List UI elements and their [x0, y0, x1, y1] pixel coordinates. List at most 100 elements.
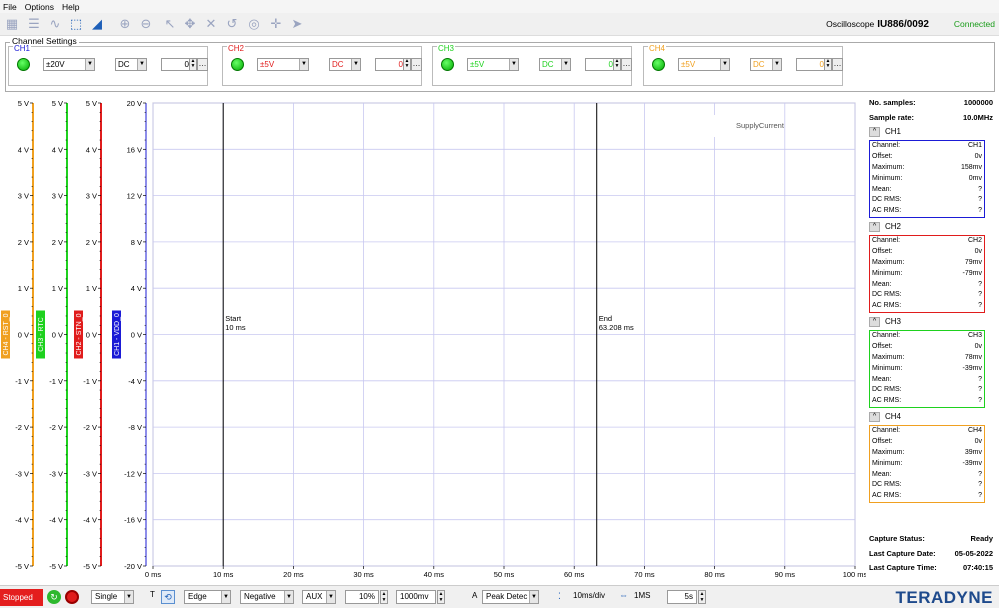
collapse-icon[interactable]: ^ [869, 222, 880, 232]
coupling-select[interactable]: DC ▼ [115, 58, 147, 71]
y-tick-label: -1 V [49, 377, 63, 386]
x-tick-label: 70 ms [634, 570, 655, 579]
x-tick-label: 10 ms [213, 570, 234, 579]
move-icon[interactable]: ✥ [182, 16, 198, 32]
duration-input[interactable]: 5s [667, 590, 697, 604]
fit-icon[interactable]: ✕ [203, 16, 219, 32]
stats-value: 0v [974, 437, 982, 445]
y-tick-label: 3 V [52, 192, 63, 201]
stats-header-ch2[interactable]: ^ CH2 [869, 222, 901, 232]
target-icon[interactable]: ◎ [246, 16, 262, 32]
y-tick-label: 8 V [131, 238, 142, 247]
stats-header-ch1[interactable]: ^ CH1 [869, 127, 901, 137]
more-options-button[interactable]: … [411, 58, 422, 71]
channel-box-ch1: CH1 ±20V▼ DC▼ 0% ▲▼ … [8, 44, 208, 86]
coupling-value: DC [118, 60, 130, 69]
channel-enable-led[interactable] [652, 58, 665, 71]
menu-help[interactable]: Help [62, 2, 79, 12]
start-marker-value: 10 ms [225, 323, 246, 332]
range-select[interactable]: ±5V ▼ [678, 58, 730, 71]
refresh-icon[interactable]: ↺ [224, 16, 240, 32]
stats-header-ch3[interactable]: ^ CH3 [869, 317, 901, 327]
range-select[interactable]: ±20V ▼ [43, 58, 95, 71]
cursor-icon[interactable]: ➤ [289, 16, 305, 32]
samples-setting[interactable]: 1MS [634, 591, 650, 600]
offset-spinner[interactable]: ▲ ▼ [403, 58, 411, 71]
grid-view-icon[interactable]: ▦ [4, 16, 20, 32]
range-value: ±5V [470, 60, 485, 69]
mode-select[interactable]: Single ▼ [91, 590, 134, 604]
y-tick-label: 5 V [52, 99, 63, 108]
y-tick-label: 20 V [127, 99, 142, 108]
stats-value: 0v [974, 152, 982, 160]
plot-area[interactable]: 0 ms 10 ms 20 ms 30 ms 40 ms 50 ms 60 ms 70 ms 8… [0, 95, 866, 585]
coupling-value: DC [542, 60, 554, 69]
stats-value: CH4 [967, 427, 982, 434]
x-tick-label: 40 ms [424, 570, 445, 579]
stats-label: Offset: [872, 342, 893, 350]
run-icon[interactable]: ↻ [47, 590, 61, 604]
marker-icon[interactable]: ◢ [89, 16, 105, 32]
collapse-icon[interactable]: ^ [869, 412, 880, 422]
channel-name: CH4 [648, 44, 667, 53]
offset-spinner[interactable]: ▲ ▼ [824, 58, 832, 71]
zoom-out-icon[interactable]: ⊖ [138, 16, 154, 32]
pointer-icon[interactable]: ↖ [162, 16, 178, 32]
offset-spinner[interactable]: ▲ ▼ [613, 58, 621, 71]
stats-label: Channel: [872, 237, 901, 244]
duration-spinner[interactable]: ▲ ▼ [698, 590, 706, 604]
more-options-button[interactable]: … [621, 58, 632, 71]
list-view-icon[interactable]: ☰ [26, 16, 42, 32]
stats-value: ? [978, 302, 982, 310]
source-select[interactable]: AUX ▼ [302, 590, 336, 604]
level-volts-input[interactable]: 1000mv [396, 590, 436, 604]
stats-value: CH3 [967, 332, 982, 339]
level-input[interactable]: 10% [345, 590, 379, 604]
stats-label: Maximum: [872, 163, 905, 171]
channel-enable-led[interactable] [441, 58, 454, 71]
coupling-select[interactable]: DC ▼ [750, 58, 782, 71]
trigger-mode-icon[interactable]: ⟲ [161, 590, 175, 604]
coupling-select[interactable]: DC ▼ [539, 58, 571, 71]
coupling-select[interactable]: DC ▼ [329, 58, 361, 71]
trigger-type-select[interactable]: Edge ▼ [184, 590, 231, 604]
x-tick-label: 90 ms [775, 570, 796, 579]
stats-value: ? [978, 470, 982, 478]
scope-title: Oscilloscope IU886/0092 [826, 19, 929, 30]
crosshair-icon[interactable]: ✛ [268, 16, 284, 32]
acq-mode-select[interactable]: Peak Detec ▼ [482, 590, 539, 604]
collapse-icon[interactable]: ^ [869, 127, 880, 137]
menu-file[interactable]: File [3, 2, 17, 12]
zoom-in-icon[interactable]: ⊕ [117, 16, 133, 32]
offset-spinner[interactable]: ▲ ▼ [189, 58, 197, 71]
select-box-icon[interactable]: ⬚ [68, 16, 84, 32]
run-status: Stopped [0, 589, 43, 606]
y-tick-label: -5 V [15, 562, 29, 571]
range-select[interactable]: ±5V ▼ [257, 58, 309, 71]
channel-enable-led[interactable] [231, 58, 244, 71]
wave-icon[interactable]: ∿ [47, 16, 63, 32]
y-tick-label: 1 V [18, 284, 29, 293]
channel-enable-led[interactable] [17, 58, 30, 71]
y-tick-label: -2 V [83, 423, 97, 432]
stats-header-ch4[interactable]: ^ CH4 [869, 412, 901, 422]
channel-name: CH1 [13, 44, 32, 53]
rate-label: Sample rate: [869, 113, 915, 122]
menu-bar: File Options Help [0, 0, 999, 13]
stop-icon[interactable] [65, 590, 79, 604]
level-spinner[interactable]: ▲ ▼ [380, 590, 388, 604]
timebase-value[interactable]: 10ms/div [573, 591, 605, 600]
more-options-button[interactable]: … [832, 58, 843, 71]
teradyne-logo: TERADYNE [895, 588, 993, 607]
collapse-icon[interactable]: ^ [869, 317, 880, 327]
edge-select[interactable]: Negative ▼ [240, 590, 294, 604]
level-volts-spinner[interactable]: ▲ ▼ [437, 590, 445, 604]
range-select[interactable]: ±5V ▼ [467, 58, 519, 71]
channel-name: CH3 [437, 44, 456, 53]
menu-options[interactable]: Options [25, 2, 54, 12]
stats-row: Channel: CH4 [870, 426, 984, 437]
stats-row: Channel: CH3 [870, 331, 984, 342]
stats-row: AC RMS:? [870, 301, 984, 312]
y-tick-label: -16 V [124, 516, 142, 525]
more-options-button[interactable]: … [197, 58, 208, 71]
